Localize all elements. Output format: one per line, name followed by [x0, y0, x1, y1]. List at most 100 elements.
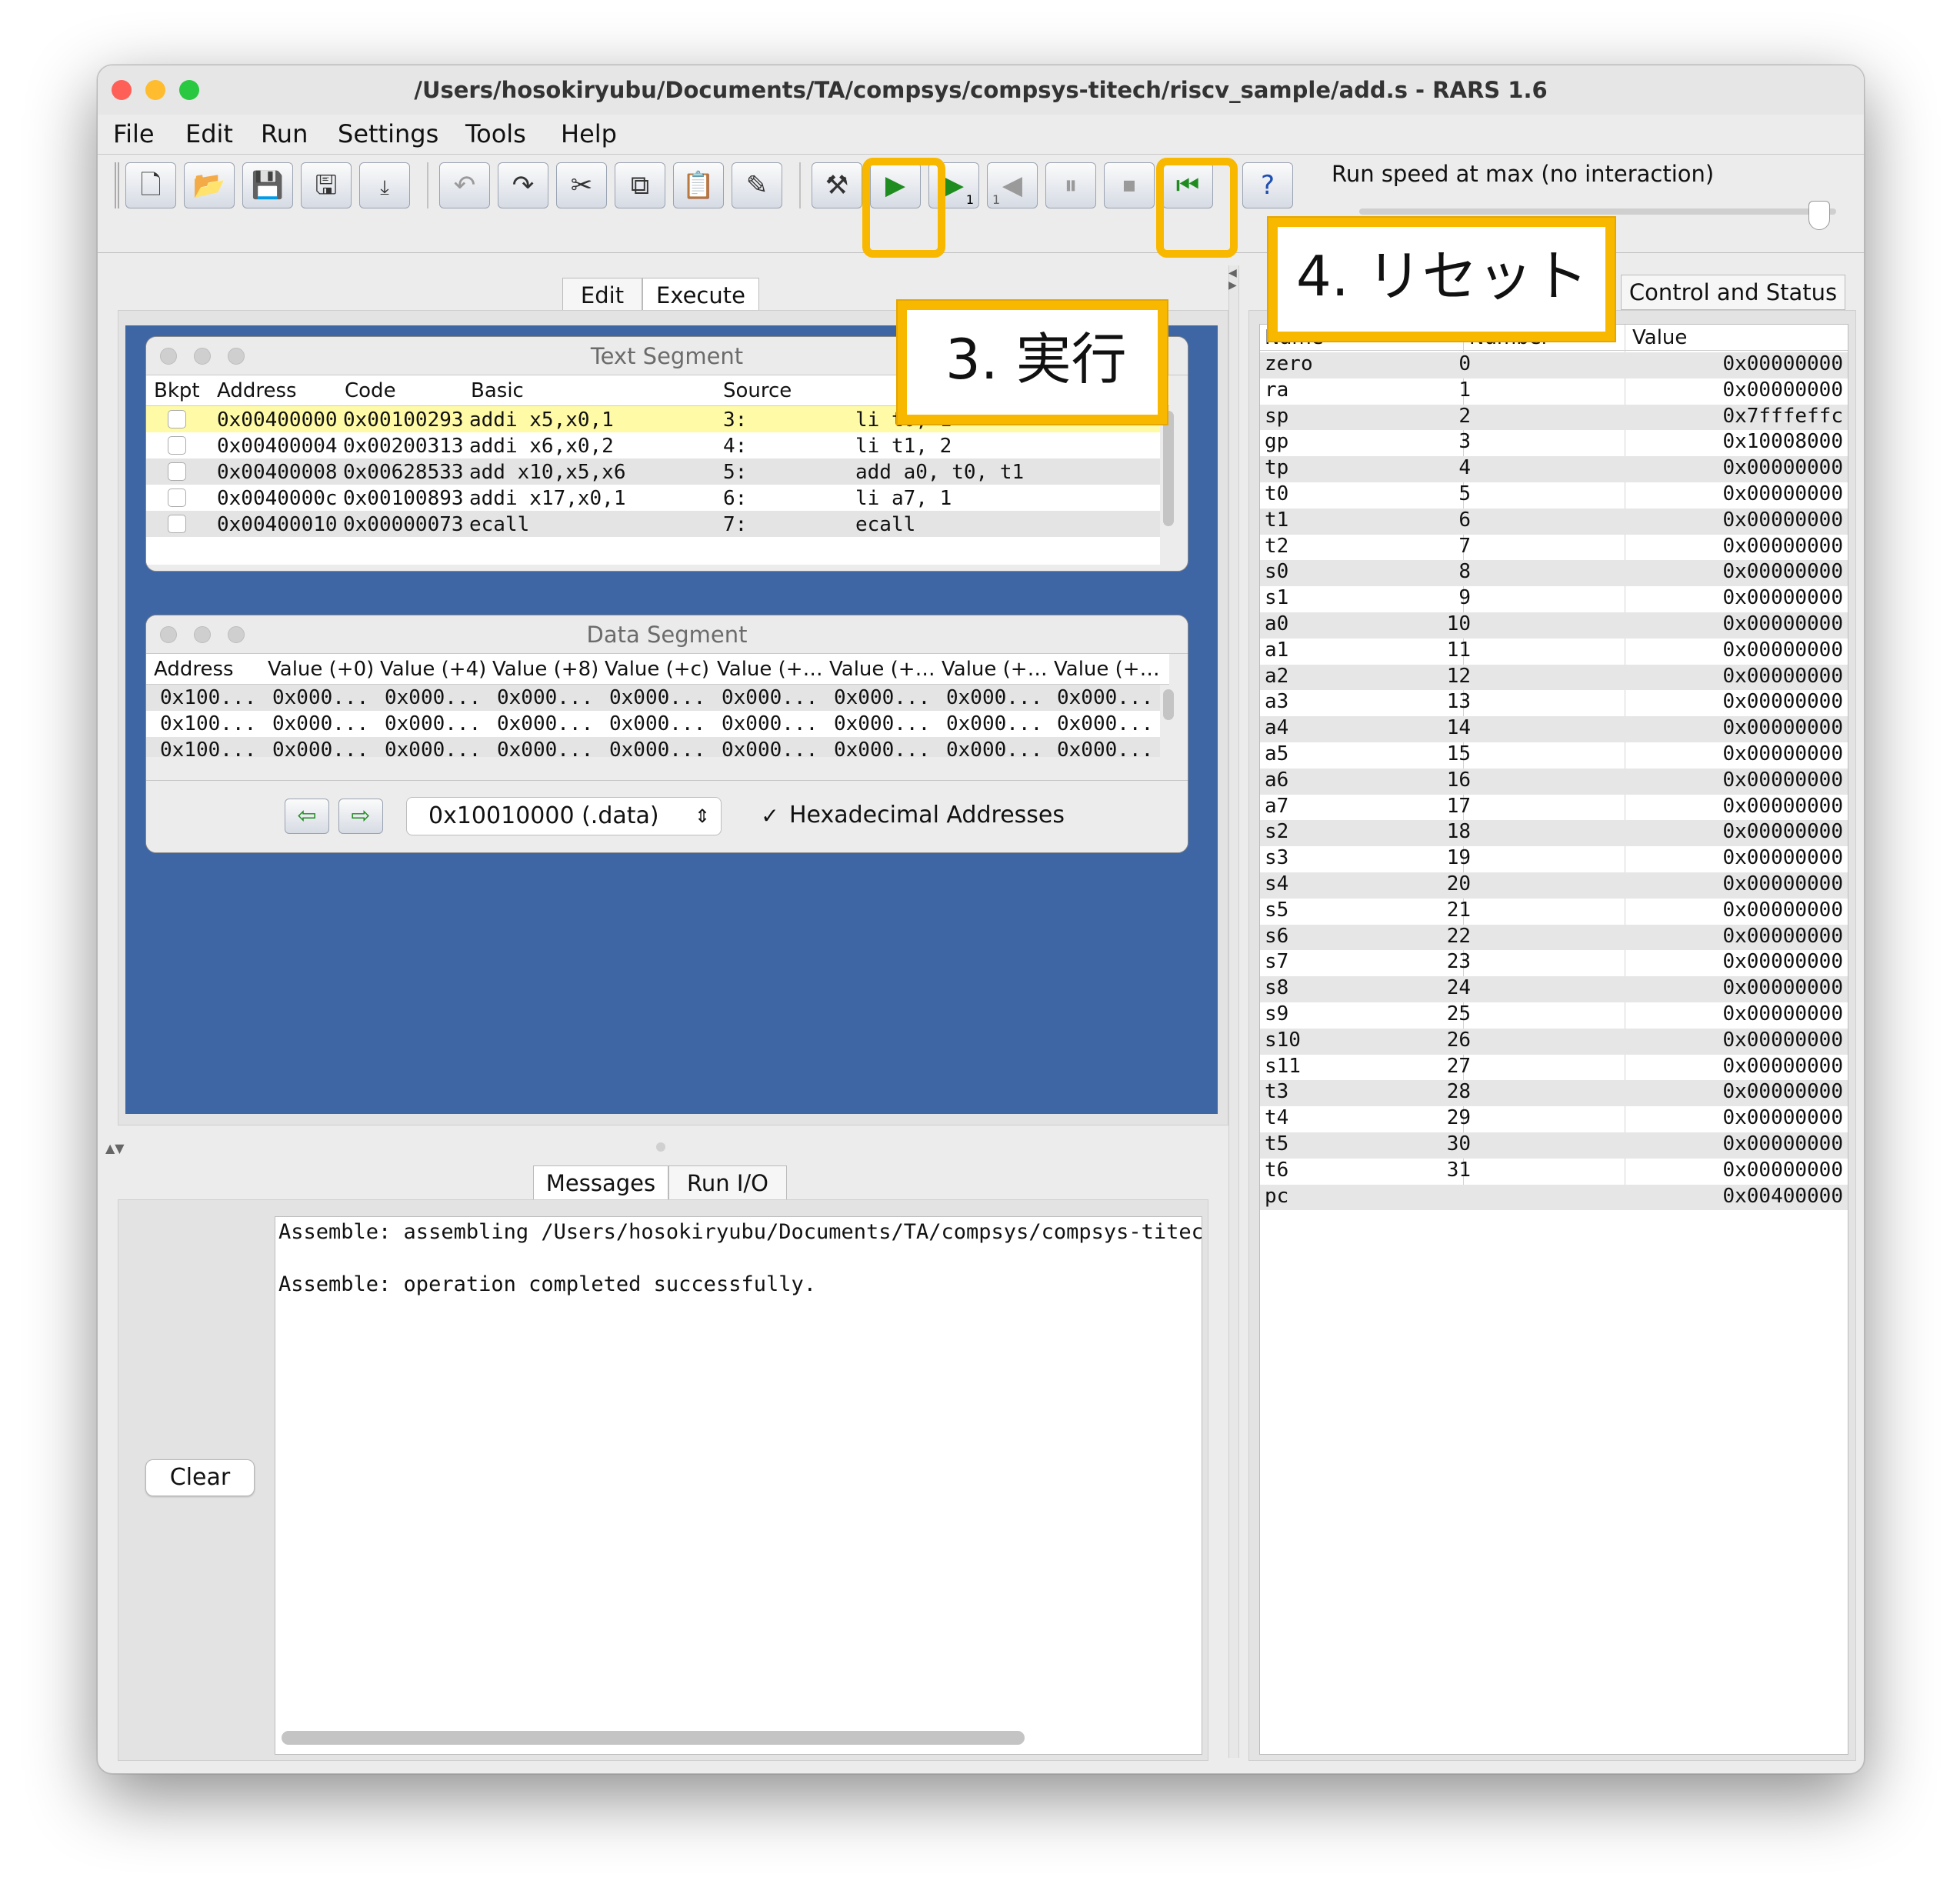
col-value[interactable]: Value (+… [829, 658, 935, 681]
register-row-s0[interactable]: s0 8 0x00000000 [1260, 560, 1848, 587]
register-row-s5[interactable]: s5 21 0x00000000 [1260, 899, 1848, 925]
register-row-t2[interactable]: t2 7 0x00000000 [1260, 535, 1848, 561]
tab-messages[interactable]: Messages [533, 1165, 668, 1201]
messages-text-area[interactable]: Assemble: assembling /Users/hosokiryubu/… [275, 1216, 1202, 1755]
tab-run-io[interactable]: Run I/O [668, 1165, 787, 1201]
col-value[interactable]: Value (+… [942, 658, 1048, 681]
frame-minimize-dot[interactable] [194, 626, 211, 643]
dump-memory-button[interactable]: ⤓ [359, 162, 410, 208]
frame-close-dot[interactable] [160, 348, 177, 365]
open-file-button[interactable]: 📂 [184, 162, 235, 208]
col-value[interactable]: Value (+4) [380, 658, 486, 681]
col-address[interactable]: Address [154, 658, 234, 681]
text-segment-scrollbar[interactable] [1163, 411, 1174, 526]
tab-execute[interactable]: Execute [642, 278, 759, 313]
breakpoint-checkbox[interactable] [168, 436, 186, 455]
register-row-a3[interactable]: a3 13 0x00000000 [1260, 690, 1848, 716]
register-row-s11[interactable]: s11 27 0x00000000 [1260, 1055, 1848, 1081]
register-row-s10[interactable]: s10 26 0x00000000 [1260, 1028, 1848, 1055]
menu-run[interactable]: Run [261, 119, 308, 148]
register-row-a7[interactable]: a7 17 0x00000000 [1260, 795, 1848, 821]
tab-edit[interactable]: Edit [562, 278, 642, 313]
splitter-handle[interactable] [656, 1142, 665, 1152]
breakpoint-checkbox[interactable] [168, 515, 186, 533]
register-row-s3[interactable]: s3 19 0x00000000 [1260, 846, 1848, 872]
paste-button[interactable]: 📋 [673, 162, 724, 208]
register-row-t1[interactable]: t1 6 0x00000000 [1260, 508, 1848, 535]
register-row-a4[interactable]: a4 14 0x00000000 [1260, 716, 1848, 742]
save-button[interactable]: 💾 [242, 162, 293, 208]
register-row-pc[interactable]: pc 0x00400000 [1260, 1184, 1848, 1211]
hex-addresses-checkbox[interactable]: ✓ [758, 805, 782, 828]
register-row-s6[interactable]: s6 22 0x00000000 [1260, 924, 1848, 951]
copy-button[interactable]: ⧉ [615, 162, 665, 208]
splitter-arrows-icon[interactable]: ◀ ▶ [1228, 267, 1237, 292]
stop-button[interactable]: ⏹ [1104, 162, 1155, 208]
register-row-a0[interactable]: a0 10 0x00000000 [1260, 612, 1848, 639]
data-segment-scrollbar[interactable] [1163, 689, 1174, 720]
clear-button[interactable]: Clear [145, 1459, 255, 1496]
register-row-ra[interactable]: ra 1 0x00000000 [1260, 378, 1848, 405]
find-replace-button[interactable]: ✎ [732, 162, 782, 208]
register-row-sp[interactable]: sp 2 0x7fffeffc [1260, 404, 1848, 431]
menu-file[interactable]: File [113, 119, 155, 148]
frame-minimize-dot[interactable] [194, 348, 211, 365]
register-row-zero[interactable]: zero 0 0x00000000 [1260, 352, 1848, 378]
register-row-a1[interactable]: a1 11 0x00000000 [1260, 639, 1848, 665]
breakpoint-checkbox[interactable] [168, 410, 186, 428]
col-value[interactable]: Value (+8) [492, 658, 598, 681]
col-address[interactable]: Address [217, 379, 297, 402]
menu-tools[interactable]: Tools [465, 119, 526, 148]
register-row-s2[interactable]: s2 18 0x00000000 [1260, 820, 1848, 847]
breakpoint-checkbox[interactable] [168, 462, 186, 481]
col-value[interactable]: Value (+… [1054, 658, 1160, 681]
vertical-splitter[interactable] [1228, 265, 1239, 1758]
save-as-button[interactable]: 🖫 [301, 162, 352, 208]
col-basic[interactable]: Basic [471, 379, 524, 402]
register-row-t6[interactable]: t6 31 0x00000000 [1260, 1159, 1848, 1185]
next-memory-button[interactable]: ⇨ [338, 799, 383, 834]
minimize-window-button[interactable] [145, 80, 165, 100]
previous-memory-button[interactable]: ⇦ [285, 799, 329, 834]
register-row-s9[interactable]: s9 25 0x00000000 [1260, 1002, 1848, 1029]
register-row-t4[interactable]: t4 29 0x00000000 [1260, 1106, 1848, 1132]
col-value[interactable]: Value [1632, 326, 1687, 349]
frame-zoom-dot[interactable] [228, 626, 245, 643]
zoom-window-button[interactable] [179, 80, 199, 100]
help-button[interactable]: ? [1242, 162, 1293, 208]
col-value[interactable]: Value (+c) [605, 658, 709, 681]
col-code[interactable]: Code [345, 379, 396, 402]
splitter-arrows-icon[interactable]: ▲▼ [105, 1141, 125, 1155]
messages-scrollbar[interactable] [282, 1731, 1025, 1745]
tab-control-status[interactable]: Control and Status [1621, 275, 1845, 310]
col-bkpt[interactable]: Bkpt [154, 379, 200, 402]
backstep-button[interactable]: ◀ 1 [987, 162, 1038, 208]
assemble-button[interactable]: ⚒ [812, 162, 862, 208]
register-row-t3[interactable]: t3 28 0x00000000 [1260, 1080, 1848, 1107]
breakpoint-checkbox[interactable] [168, 489, 186, 507]
close-window-button[interactable] [112, 80, 132, 100]
run-speed-slider-track[interactable] [1359, 208, 1836, 215]
register-row-s1[interactable]: s1 9 0x00000000 [1260, 586, 1848, 612]
register-row-gp[interactable]: gp 3 0x10008000 [1260, 430, 1848, 456]
register-row-s4[interactable]: s4 20 0x00000000 [1260, 872, 1848, 899]
register-row-a5[interactable]: a5 15 0x00000000 [1260, 742, 1848, 769]
col-source[interactable]: Source [723, 379, 792, 402]
undo-button[interactable]: ↶ [439, 162, 490, 208]
redo-button[interactable]: ↷ [498, 162, 548, 208]
register-row-s8[interactable]: s8 24 0x00000000 [1260, 976, 1848, 1002]
col-value[interactable]: Value (+… [717, 658, 823, 681]
pause-button[interactable]: ⏸ [1045, 162, 1096, 208]
menu-edit[interactable]: Edit [185, 119, 233, 148]
register-row-a6[interactable]: a6 16 0x00000000 [1260, 768, 1848, 795]
register-row-t5[interactable]: t5 30 0x00000000 [1260, 1132, 1848, 1159]
cut-button[interactable]: ✂ [556, 162, 607, 208]
menu-settings[interactable]: Settings [338, 119, 438, 148]
register-row-tp[interactable]: tp 4 0x00000000 [1260, 456, 1848, 482]
frame-close-dot[interactable] [160, 626, 177, 643]
register-row-t0[interactable]: t0 5 0x00000000 [1260, 482, 1848, 509]
run-speed-slider-thumb[interactable] [1808, 201, 1830, 230]
segment-select[interactable]: 0x10010000 (.data) ⇕ [406, 797, 722, 835]
new-file-button[interactable]: 🗋 [125, 162, 176, 208]
menu-help[interactable]: Help [561, 119, 617, 148]
